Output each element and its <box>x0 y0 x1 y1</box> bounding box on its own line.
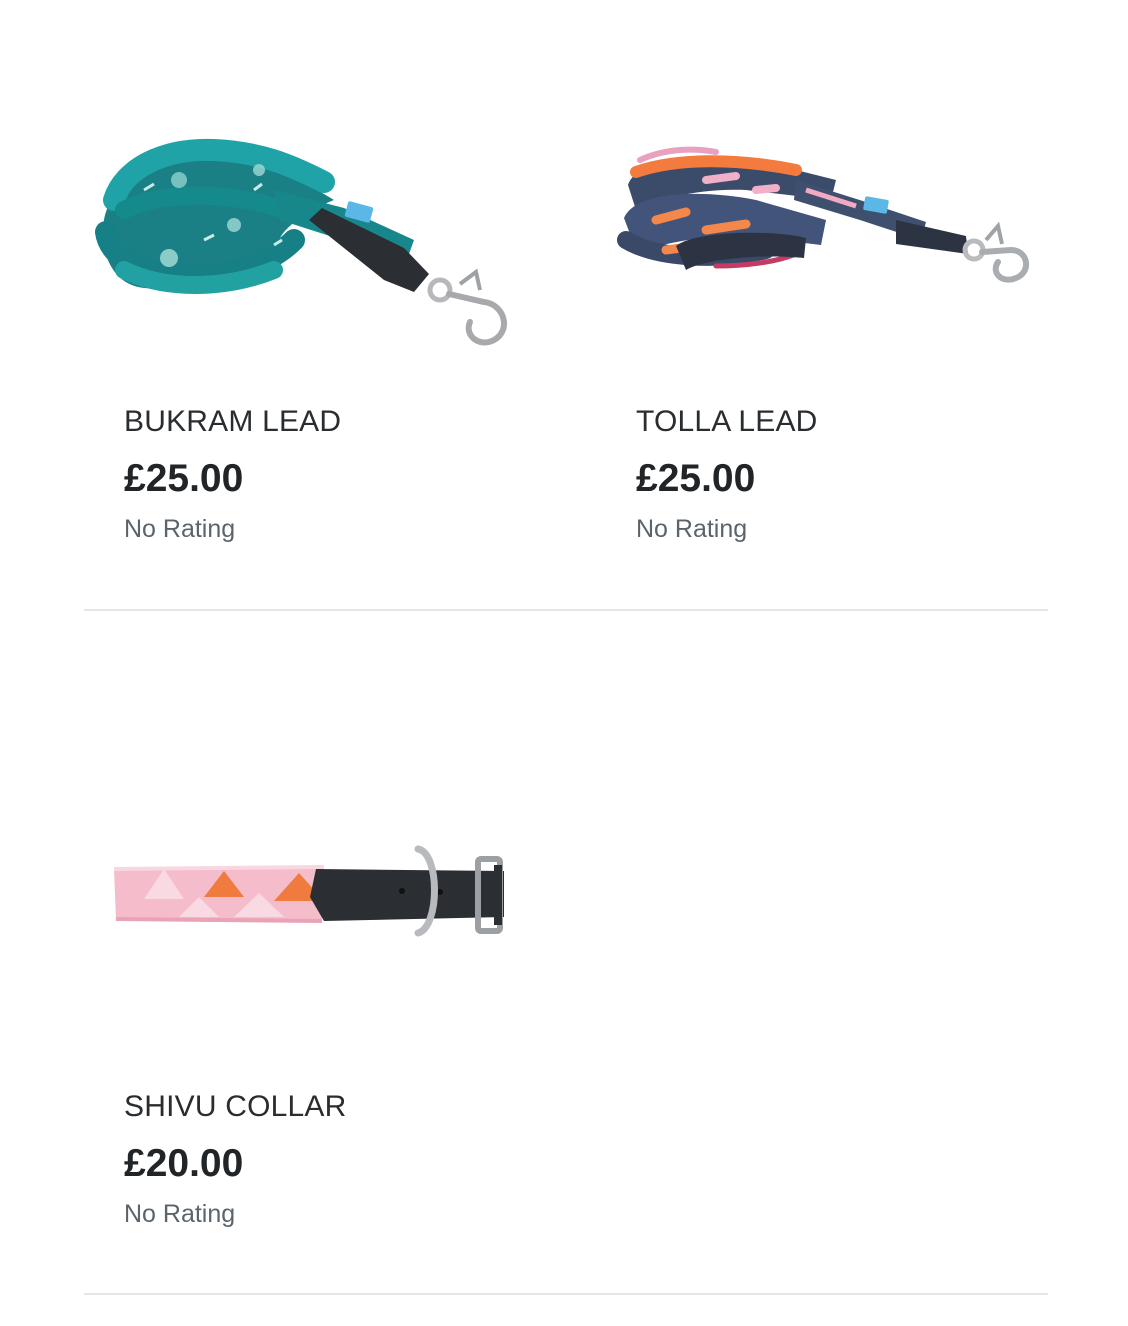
product-price: £25.00 <box>636 457 756 500</box>
product-card-shivu-collar[interactable]: SHIVU COLLAR £20.00 No Rating <box>84 611 564 1293</box>
product-info: BUKRAM LEAD £25.00 No Rating <box>124 400 341 546</box>
product-card-bukram-lead[interactable]: BUKRAM LEAD £25.00 No Rating <box>84 0 564 609</box>
product-image-bukram-lead[interactable] <box>84 40 564 400</box>
product-info: SHIVU COLLAR £20.00 No Rating <box>124 1085 346 1231</box>
product-name[interactable]: SHIVU COLLAR <box>124 1085 346 1129</box>
product-row: BUKRAM LEAD £25.00 No Rating TOLLA LEAD … <box>84 0 1048 611</box>
product-name[interactable]: BUKRAM LEAD <box>124 400 341 444</box>
product-grid: BUKRAM LEAD £25.00 No Rating TOLLA LEAD … <box>84 0 1048 1295</box>
product-rating: No Rating <box>124 515 236 543</box>
product-image-tolla-lead[interactable] <box>596 40 1076 400</box>
product-rating: No Rating <box>124 1200 236 1228</box>
product-info: TOLLA LEAD £25.00 No Rating <box>636 400 818 546</box>
product-row: SHIVU COLLAR £20.00 No Rating <box>84 611 1048 1295</box>
product-card-tolla-lead[interactable]: TOLLA LEAD £25.00 No Rating <box>596 0 1076 609</box>
product-rating: No Rating <box>636 515 748 543</box>
product-price: £20.00 <box>124 1142 244 1185</box>
product-name[interactable]: TOLLA LEAD <box>636 400 818 444</box>
product-image-shivu-collar[interactable] <box>84 721 564 1081</box>
product-price: £25.00 <box>124 457 244 500</box>
